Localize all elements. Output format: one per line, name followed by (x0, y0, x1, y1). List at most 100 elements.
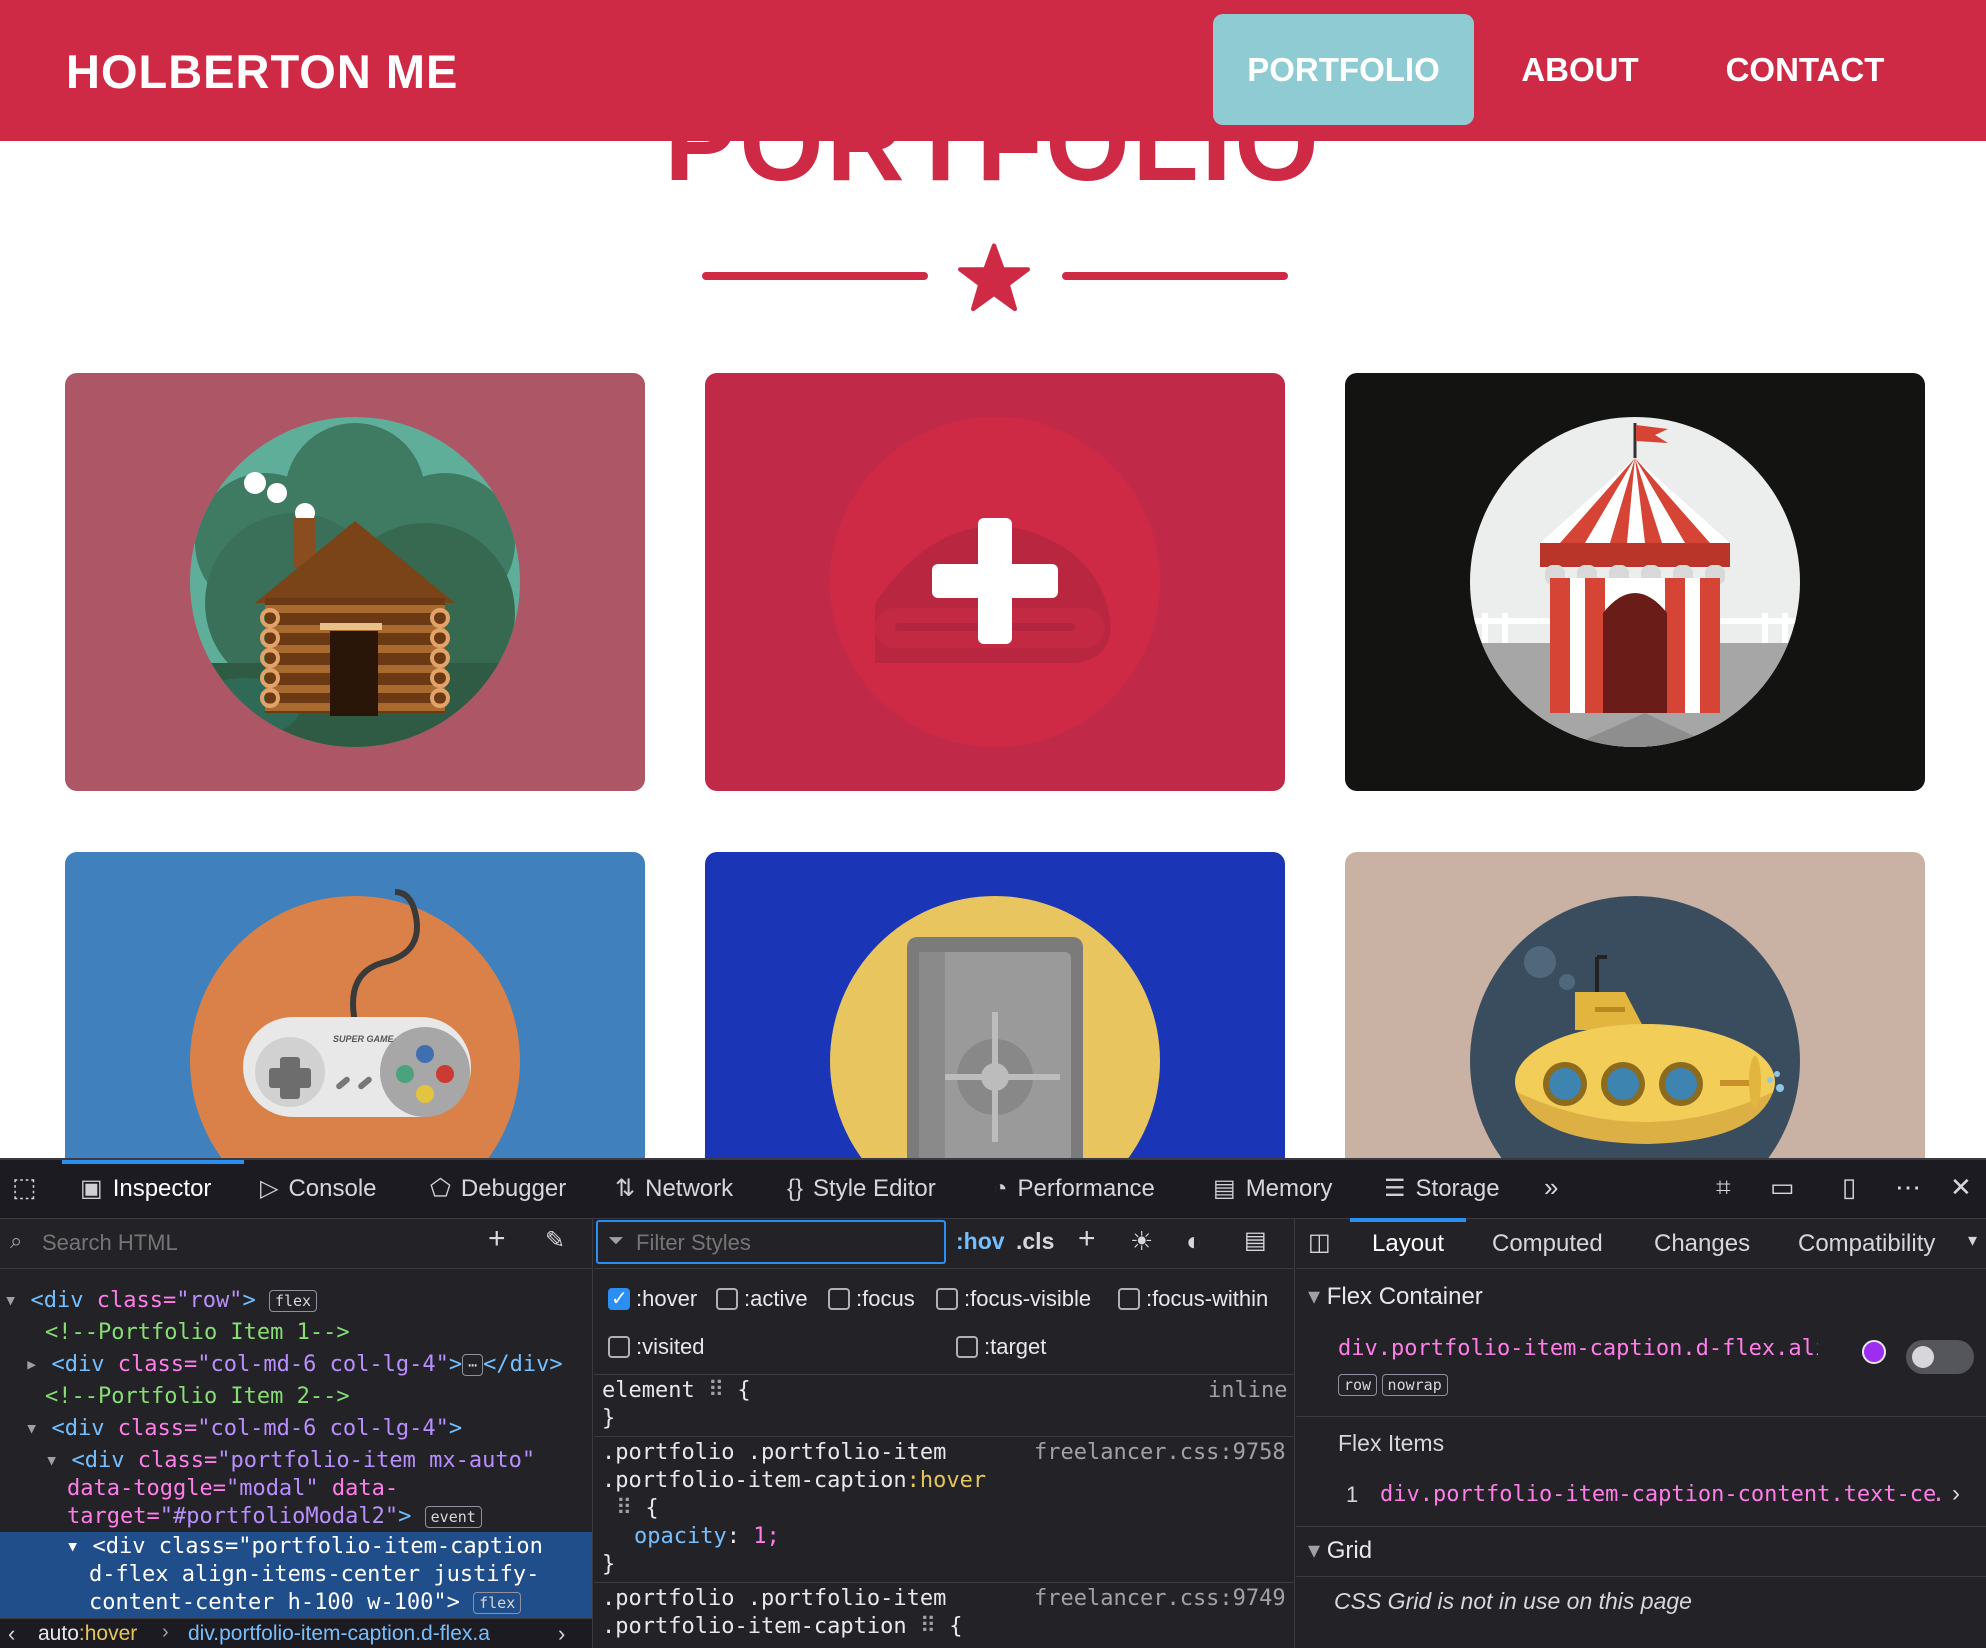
more-tabs-chevron-icon[interactable]: » (1544, 1172, 1558, 1203)
tab-inspector[interactable]: ▣ Inspector (80, 1160, 211, 1218)
rule-caption-selector-2[interactable]: .portfolio-item-caption ⠿ { (602, 1614, 963, 1639)
rule-element-selector[interactable]: element ⠿ { (602, 1378, 751, 1403)
nav-portfolio-link[interactable]: PORTFOLIO (1213, 14, 1474, 125)
search-html-input[interactable] (40, 1226, 464, 1260)
rule-element-source: inline (1208, 1378, 1288, 1403)
more-sidebar-tabs-icon[interactable]: ▾ (1968, 1230, 1977, 1251)
html-node-col-2[interactable]: ▾ <div class="col-md-6 col-lg-4"> (25, 1416, 462, 1441)
grid-collapse-icon: ▾ (1308, 1537, 1327, 1564)
portfolio-item-cabin[interactable] (65, 373, 645, 791)
ruler-icon[interactable]: ▭ (1770, 1172, 1795, 1203)
rules-separator (594, 1582, 1294, 1583)
tab-style-editor[interactable]: {} Style Editor (787, 1160, 936, 1218)
nav-about-link[interactable]: ABOUT (1505, 14, 1655, 125)
portfolio-item-circus[interactable] (1345, 373, 1925, 791)
grid-header[interactable]: ▾ Grid (1308, 1536, 1372, 1565)
breadcrumb-item-current[interactable]: div.portfolio-item-caption.d-flex.a (188, 1622, 548, 1646)
flex-item-index: 1 (1346, 1482, 1359, 1507)
flex-badge[interactable]: flex (268, 1290, 318, 1312)
dark-scheme-icon[interactable]: ◐ (1186, 1226, 1202, 1257)
responsive-design-icon[interactable]: ▯ (1842, 1172, 1856, 1203)
network-icon: ⇅ (615, 1175, 636, 1202)
target-checkbox[interactable] (956, 1336, 978, 1358)
hover-label: :hover (636, 1286, 698, 1311)
focus-checkbox[interactable] (828, 1288, 850, 1310)
event-badge[interactable]: event (424, 1506, 482, 1528)
toggle-sidebar-icon[interactable]: ◫ (1308, 1228, 1331, 1257)
portfolio-item-cake[interactable] (705, 373, 1285, 791)
cls-toggle-button[interactable]: .cls (1016, 1228, 1054, 1255)
tab-debugger-label: Debugger (460, 1175, 567, 1202)
inspector-icon: ▣ (80, 1175, 103, 1202)
row-badge: row (1338, 1374, 1378, 1396)
add-rule-icon[interactable]: + (1078, 1222, 1096, 1256)
rule-caption-source-link[interactable]: freelancer.css:9749 (1034, 1586, 1286, 1611)
tab-storage[interactable]: ☰ Storage (1384, 1160, 1500, 1218)
tab-compatibility[interactable]: Compatibility (1798, 1230, 1935, 1258)
rule-hover-source-link[interactable]: freelancer.css:9758 (1034, 1440, 1286, 1465)
star-icon (958, 243, 1030, 312)
breadcrumb-separator-icon: › (162, 1621, 169, 1643)
focus-within-checkbox[interactable] (1118, 1288, 1140, 1310)
focus-visible-checkbox[interactable] (936, 1288, 958, 1310)
rule-hover-declaration[interactable]: opacity: 1; (634, 1524, 780, 1549)
portfolio-item-safe[interactable] (705, 852, 1285, 1158)
flex-container-selector[interactable]: div.portfolio-item-caption.d-flex.ali… (1338, 1336, 1818, 1361)
html-search-bar: ⌕ + ✎ (0, 1218, 592, 1269)
html-node-row[interactable]: ▾ <div class="row"> flex (4, 1288, 318, 1313)
navbar: HOLBERTON ME PORTFOLIO ABOUT CONTACT (0, 0, 1986, 141)
flex-item-chevron-icon[interactable]: › (1952, 1480, 1960, 1508)
storage-icon: ☰ (1384, 1175, 1406, 1202)
overlay-color-swatch[interactable] (1862, 1340, 1886, 1364)
collapsed-ellipsis-badge[interactable]: ⋯ (462, 1354, 484, 1376)
nav-contact-link[interactable]: CONTACT (1700, 14, 1910, 125)
devtools-toolbar: ⬚ ▣ Inspector ▷ Console ⬠ Debugger ⇅ Network… (0, 1158, 1986, 1219)
sidebar-tabs: ◫ Layout Computed Changes Compatibility … (1296, 1218, 1986, 1269)
add-node-icon[interactable]: + (488, 1222, 506, 1256)
tab-performance[interactable]: ◔ Performance (993, 1160, 1155, 1218)
eyedropper-icon[interactable]: ✎ (545, 1226, 565, 1255)
flex-item-selector[interactable]: div.portfolio-item-caption-content.text-… (1380, 1482, 1940, 1507)
flexbox-highlight-toggle[interactable] (1906, 1340, 1974, 1374)
grid-empty-message: CSS Grid is not in use on this page (1334, 1588, 1692, 1614)
html-node-portfolio-item-target: target="#portfolioModal2"> event (67, 1504, 482, 1529)
brand-link[interactable]: HOLBERTON ME (66, 44, 458, 99)
more-options-icon[interactable]: ⋯ (1895, 1172, 1921, 1203)
visited-label: :visited (636, 1334, 705, 1359)
light-scheme-icon[interactable]: ☀ (1130, 1226, 1153, 1257)
breadcrumb-back-icon[interactable]: ‹ (8, 1621, 15, 1647)
tab-changes[interactable]: Changes (1654, 1230, 1750, 1258)
element-picker-icon[interactable]: ⬚ (12, 1172, 37, 1203)
hover-checkbox[interactable]: ✓ (608, 1288, 630, 1310)
portfolio-item-game[interactable]: SUPER GAME (65, 852, 645, 1158)
tab-layout[interactable]: Layout (1372, 1230, 1444, 1258)
active-checkbox[interactable] (716, 1288, 738, 1310)
portfolio-item-submarine[interactable] (1345, 852, 1925, 1158)
rules-separator (594, 1374, 1294, 1375)
pick-color-icon[interactable]: ⌗ (1716, 1172, 1731, 1204)
tab-computed[interactable]: Computed (1492, 1230, 1603, 1258)
tab-debugger[interactable]: ⬠ Debugger (430, 1160, 566, 1218)
breadcrumb-forward-icon[interactable]: › (558, 1621, 565, 1647)
html-node-portfolio-item[interactable]: ▾ <div class="portfolio-item mx-auto" (45, 1448, 535, 1473)
print-media-icon[interactable]: ▤ (1244, 1226, 1267, 1255)
tab-memory[interactable]: ▤ Memory (1213, 1160, 1332, 1218)
tab-console[interactable]: ▷ Console (260, 1160, 377, 1218)
html-node-portfolio-item-attrs: data-toggle="modal" data- (67, 1476, 399, 1501)
html-node-caption-classes: d-flex align-items-center justify- (89, 1562, 540, 1587)
html-node-caption[interactable]: ▾ <div class="portfolio-item-caption (66, 1534, 543, 1559)
html-node-col-1[interactable]: ▸ <div class="col-md-6 col-lg-4"> ⋯ </div> (25, 1352, 563, 1377)
flex-badge-selected[interactable]: flex (473, 1592, 522, 1614)
rule-caption-selector-1[interactable]: .portfolio .portfolio-item (602, 1586, 946, 1611)
focus-visible-label: :focus-visible (964, 1286, 1092, 1311)
rule-hover-selector-2[interactable]: .portfolio-item-caption:hover (602, 1468, 986, 1493)
rule-hover-selector-1[interactable]: .portfolio .portfolio-item (602, 1440, 946, 1465)
flex-container-collapse-icon: ▾ (1308, 1283, 1327, 1310)
tab-network[interactable]: ⇅ Network (615, 1160, 733, 1218)
breadcrumb-item-first[interactable]: auto:hover (38, 1622, 137, 1646)
flex-container-header[interactable]: ▾ Flex Container (1308, 1282, 1483, 1311)
filter-styles-input[interactable] (634, 1228, 938, 1258)
visited-checkbox[interactable] (608, 1336, 630, 1358)
hov-toggle-button[interactable]: :hov (956, 1228, 1005, 1255)
close-icon[interactable]: ✕ (1950, 1172, 1972, 1203)
